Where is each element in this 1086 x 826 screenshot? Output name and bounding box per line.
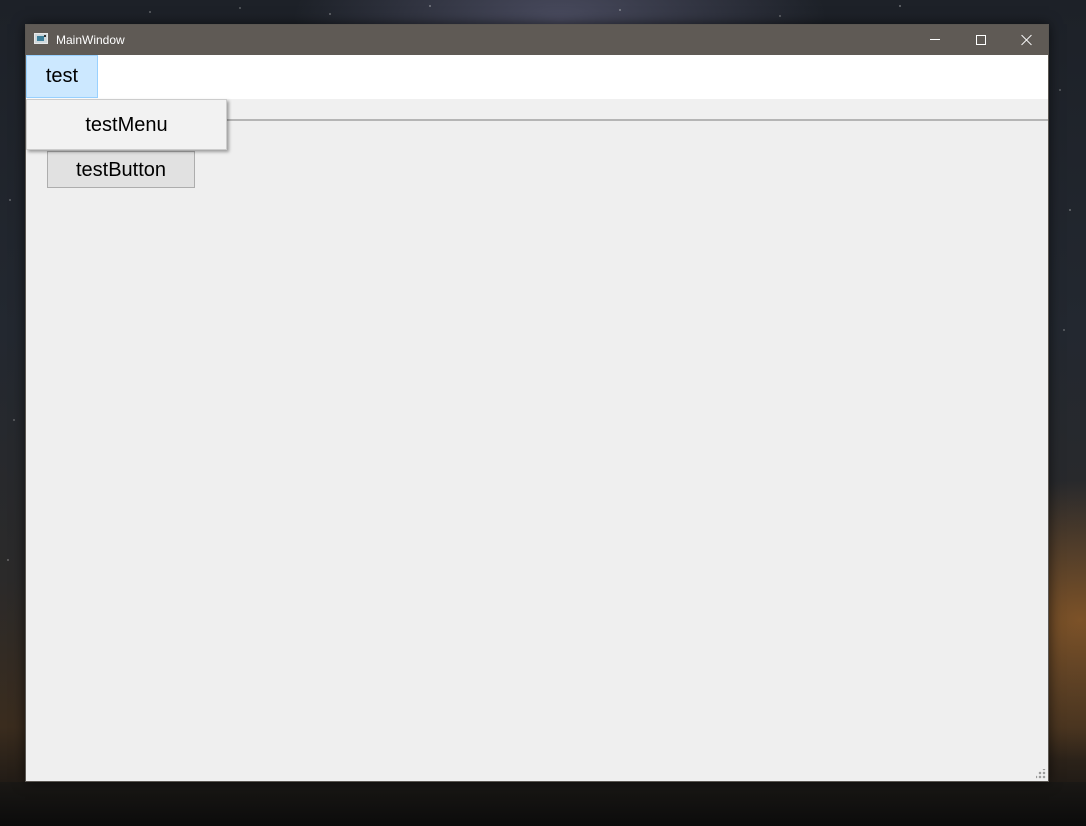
menu-test[interactable]: test bbox=[26, 55, 98, 98]
window-title: MainWindow bbox=[56, 33, 125, 47]
maximize-button[interactable] bbox=[958, 25, 1004, 55]
test-button[interactable]: testButton bbox=[47, 151, 195, 188]
app-icon-dot bbox=[44, 35, 46, 37]
window-app-icon bbox=[34, 33, 48, 44]
title-bar[interactable]: MainWindow bbox=[26, 25, 1048, 55]
main-window: MainWindow test testButton testMenu bbox=[25, 24, 1049, 782]
minimize-button[interactable] bbox=[912, 25, 958, 55]
close-icon bbox=[1021, 34, 1033, 46]
maximize-icon bbox=[976, 35, 986, 45]
close-button[interactable] bbox=[1004, 25, 1050, 55]
app-icon-pane bbox=[37, 36, 44, 41]
menu-item-testmenu[interactable]: testMenu bbox=[28, 105, 225, 145]
landscape-silhouette bbox=[0, 782, 1086, 826]
minimize-icon bbox=[930, 39, 940, 40]
central-widget: testButton bbox=[26, 121, 1048, 781]
menu-bar: test bbox=[26, 55, 1048, 99]
size-grip-icon[interactable] bbox=[1036, 769, 1046, 779]
dropdown-menu: testMenu bbox=[26, 99, 227, 150]
